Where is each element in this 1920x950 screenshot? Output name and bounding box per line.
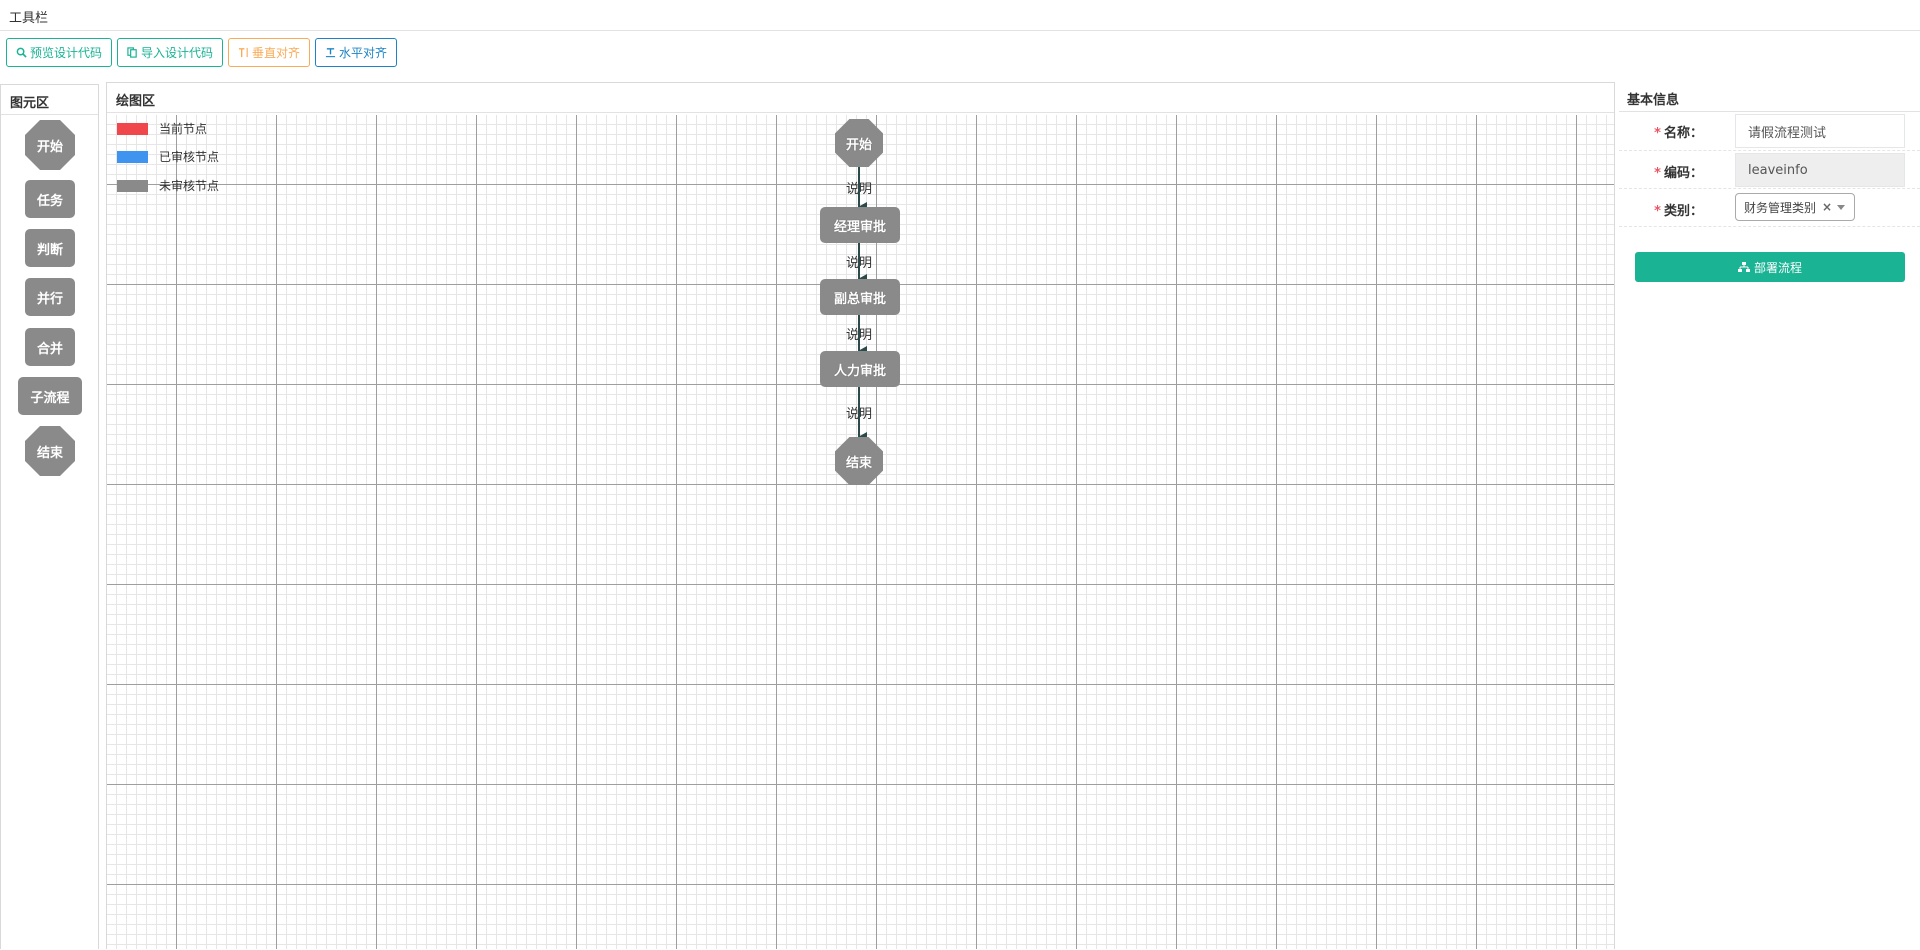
flow-node-vp-approval[interactable]: 副总审批 bbox=[820, 279, 900, 315]
chevron-down-icon[interactable] bbox=[1837, 204, 1846, 210]
edge-label[interactable]: 说明 bbox=[846, 252, 872, 271]
canvas-title: 绘图区 bbox=[107, 83, 1614, 113]
name-label: * 名称： bbox=[1619, 122, 1703, 141]
name-input[interactable]: 请假流程测试 bbox=[1735, 114, 1905, 148]
info-title: 基本信息 bbox=[1619, 82, 1920, 112]
palette-subprocess-node[interactable]: 子流程 bbox=[18, 377, 82, 415]
palette-panel: 图元区 开始 任务 判断 并行 合并 子流程 结束 bbox=[0, 84, 99, 949]
text-height-icon bbox=[238, 47, 248, 58]
palette-end-node[interactable]: 结束 bbox=[25, 426, 75, 476]
name-row: * 名称： 请假流程测试 bbox=[1619, 112, 1920, 151]
flow-node-hr-approval[interactable]: 人力审批 bbox=[820, 351, 900, 387]
code-row: * 编码： leaveinfo bbox=[1619, 150, 1920, 189]
import-code-label: 导入设计代码 bbox=[141, 46, 214, 60]
horizontal-align-label: 水平对齐 bbox=[339, 46, 388, 60]
palette-start-node[interactable]: 开始 bbox=[25, 120, 75, 170]
palette-merge-node[interactable]: 合并 bbox=[25, 328, 75, 366]
deploy-process-label: 部署流程 bbox=[1753, 260, 1802, 275]
required-marker: * bbox=[1654, 204, 1661, 219]
flow-node-manager-approval[interactable]: 经理审批 bbox=[820, 207, 900, 243]
drawing-grid[interactable]: 当前节点 已审核节点 未审核节点 开始 经理审批 副总审批 人力审批 结束 说明 bbox=[107, 115, 1614, 949]
code-label-text: 编码： bbox=[1663, 166, 1703, 181]
preview-code-button[interactable]: 预览设计代码 bbox=[6, 38, 113, 67]
clear-selection-icon[interactable]: × bbox=[1822, 200, 1832, 214]
code-label: * 编码： bbox=[1619, 162, 1703, 181]
toolbar: 预览设计代码 导入设计代码 垂直对齐 水平对齐 bbox=[6, 38, 398, 67]
category-label-text: 类别： bbox=[1663, 204, 1703, 219]
toolbar-title: 工具栏 bbox=[0, 0, 1920, 31]
palette-parallel-node[interactable]: 并行 bbox=[25, 278, 75, 316]
preview-code-label: 预览设计代码 bbox=[30, 46, 103, 60]
copy-icon bbox=[127, 47, 137, 58]
edge-label[interactable]: 说明 bbox=[846, 403, 872, 422]
text-width-icon bbox=[325, 48, 336, 58]
category-selected-value: 财务管理类别 bbox=[1744, 200, 1817, 215]
info-panel: 基本信息 * 名称： 请假流程测试 * 编码： leaveinfo * 类别： 财务管… bbox=[1619, 82, 1920, 949]
category-label: * 类别： bbox=[1619, 200, 1703, 219]
sitemap-icon bbox=[1737, 261, 1750, 272]
search-icon bbox=[16, 47, 27, 58]
canvas-panel: 绘图区 当前节点 已审核节点 未审核节点 开始 经理审批 副总审批 人力审批 结… bbox=[106, 82, 1615, 949]
palette-decision-node[interactable]: 判断 bbox=[25, 229, 75, 267]
palette-task-node[interactable]: 任务 bbox=[25, 180, 75, 218]
category-select[interactable]: 财务管理类别 × bbox=[1735, 193, 1855, 221]
flow-node-start[interactable]: 开始 bbox=[835, 119, 883, 167]
deploy-process-button[interactable]: 部署流程 bbox=[1635, 252, 1905, 282]
code-input[interactable]: leaveinfo bbox=[1735, 153, 1905, 187]
name-label-text: 名称： bbox=[1663, 126, 1703, 141]
category-row: * 类别： 财务管理类别 × bbox=[1619, 188, 1920, 227]
horizontal-align-button[interactable]: 水平对齐 bbox=[315, 38, 398, 67]
required-marker: * bbox=[1654, 126, 1661, 141]
required-marker: * bbox=[1654, 166, 1661, 181]
vertical-align-button[interactable]: 垂直对齐 bbox=[228, 38, 311, 67]
edge-label[interactable]: 说明 bbox=[846, 324, 872, 343]
palette-title: 图元区 bbox=[1, 85, 98, 115]
vertical-align-label: 垂直对齐 bbox=[252, 46, 301, 60]
edge-label[interactable]: 说明 bbox=[846, 178, 872, 197]
import-code-button[interactable]: 导入设计代码 bbox=[117, 38, 224, 67]
flow-node-end[interactable]: 结束 bbox=[835, 437, 883, 485]
